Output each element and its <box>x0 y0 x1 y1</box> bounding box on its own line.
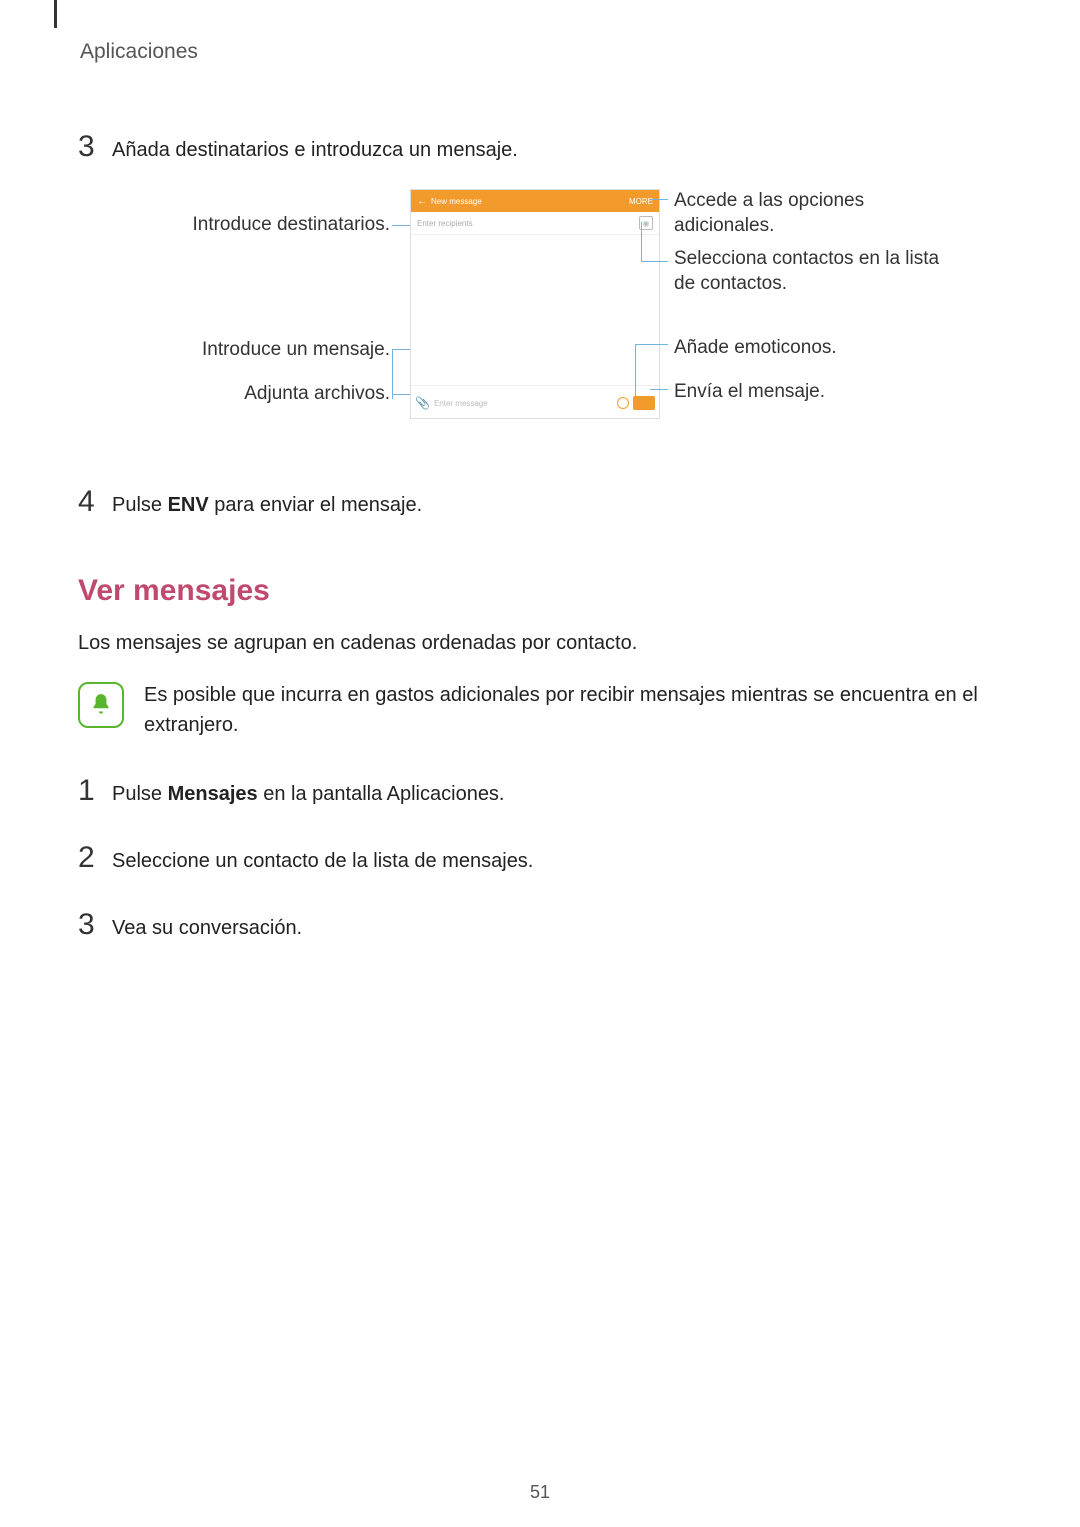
callout-attach: Adjunta archivos. <box>120 382 390 407</box>
recipient-placeholder: Enter recipients <box>417 219 473 228</box>
view-step-2: 2 Seleccione un contacto de la lista de … <box>78 835 1000 880</box>
connector <box>641 222 642 262</box>
back-arrow-icon: ← <box>417 196 427 207</box>
heading-ver-mensajes: Ver mensajes <box>78 574 1000 608</box>
text-part: Pulse <box>112 783 168 805</box>
callout-emoji: Añade emoticonos. <box>674 336 954 361</box>
send-button-icon <box>633 396 655 410</box>
compose-diagram: Introduce destinatarios. Introduce un me… <box>120 189 980 449</box>
text-part: en la pantalla Aplicaciones. <box>258 783 505 805</box>
step-text: Pulse ENV para enviar el mensaje. <box>112 484 422 520</box>
note-row: Es posible que incurra en gastos adicion… <box>78 680 1000 740</box>
paragraph-view: Los mensajes se agrupan en cadenas orden… <box>78 628 1000 658</box>
phone-more: MORE <box>629 197 653 206</box>
page-number: 51 <box>0 1482 1080 1503</box>
step-3: 3 Añada destinatarios e introduzca un me… <box>78 124 1000 169</box>
view-step-3: 3 Vea su conversación. <box>78 902 1000 947</box>
step-number: 3 <box>78 902 112 947</box>
connector <box>635 344 636 399</box>
phone-input-row: 📎 Enter message <box>411 385 659 420</box>
callout-more-options: Accede a las opciones adicionales. <box>674 189 954 238</box>
bell-icon <box>78 682 124 728</box>
note-text: Es posible que incurra en gastos adicion… <box>144 680 1000 740</box>
connector <box>641 261 668 262</box>
section-label: Aplicaciones <box>80 40 1000 64</box>
text-bold: Mensajes <box>168 783 258 805</box>
step-number: 1 <box>78 768 112 813</box>
emoji-icon <box>617 397 629 409</box>
view-step-1: 1 Pulse Mensajes en la pantalla Aplicaci… <box>78 768 1000 813</box>
step-text: Vea su conversación. <box>112 907 302 943</box>
callout-recipients: Introduce destinatarios. <box>120 213 390 238</box>
connector <box>650 389 668 390</box>
connector <box>650 199 668 200</box>
text-part: para enviar el mensaje. <box>209 494 422 516</box>
connector <box>635 344 668 345</box>
phone-body <box>411 235 659 385</box>
phone-header: ← New message MORE <box>411 190 659 212</box>
step-text: Pulse Mensajes en la pantalla Aplicacion… <box>112 773 505 809</box>
text-bold: ENV <box>168 494 209 516</box>
step-number: 3 <box>78 124 112 169</box>
text-part: Pulse <box>112 494 168 516</box>
step-text: Seleccione un contacto de la lista de me… <box>112 840 533 876</box>
connector <box>392 349 393 399</box>
attach-icon: 📎 <box>415 396 430 410</box>
step-number: 2 <box>78 835 112 880</box>
message-placeholder: Enter message <box>434 399 488 408</box>
phone-mock: ← New message MORE Enter recipients ◉ 📎 … <box>410 189 660 419</box>
callout-select-contacts: Selecciona contactos en la lista de cont… <box>674 247 964 296</box>
callout-enter-message: Introduce un mensaje. <box>120 338 390 363</box>
manual-page: Aplicaciones 3 Añada destinatarios e int… <box>0 0 1080 1527</box>
phone-recipient-row: Enter recipients ◉ <box>411 212 659 235</box>
page-tab-mark <box>54 0 57 28</box>
step-4: 4 Pulse ENV para enviar el mensaje. <box>78 479 1000 524</box>
step-text: Añada destinatarios e introduzca un mens… <box>112 129 518 165</box>
step-number: 4 <box>78 479 112 524</box>
callout-send: Envía el mensaje. <box>674 380 954 405</box>
phone-title: New message <box>431 197 482 206</box>
